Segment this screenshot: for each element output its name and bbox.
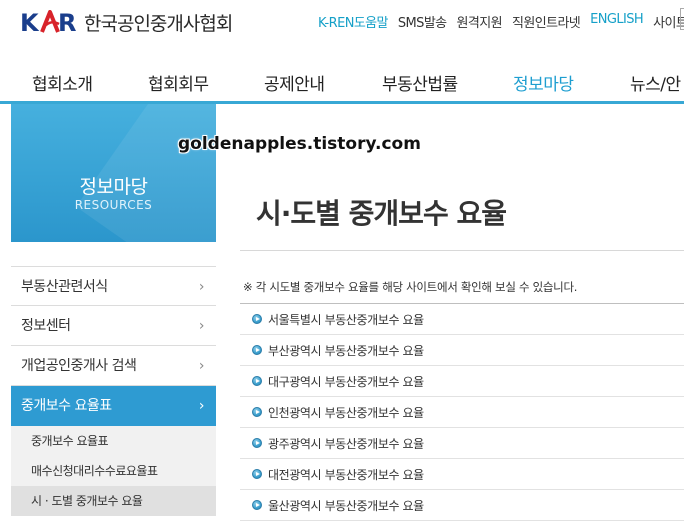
list-item[interactable]: 울산광역시 부동산중개보수 요율 <box>240 490 684 521</box>
list-item[interactable]: 대구광역시 부동산중개보수 요율 <box>240 366 684 397</box>
gnb-item-law[interactable]: 부동산법률 <box>382 70 458 95</box>
section-subtitle: RESOURCES <box>74 198 153 212</box>
regional-link-ulsan[interactable]: 울산광역시 부동산중개보수 요율 <box>268 497 424 514</box>
divider <box>240 250 684 251</box>
side-submenu: 중개보수 요율표 매수신청대리수수료요율표 시 · 도별 중개보수 요율 <box>11 426 216 516</box>
site-logo[interactable]: K R 한국공인중개사협회 <box>20 6 233 38</box>
bullet-arrow-icon <box>252 407 262 417</box>
list-item[interactable]: 인천광역시 부동산중개보수 요율 <box>240 397 684 428</box>
side-menu-item-fee-table[interactable]: 중개보수 요율표 › <box>11 386 216 426</box>
util-link-kren-help[interactable]: K-REN도움말 <box>318 12 389 31</box>
bullet-arrow-icon <box>252 314 262 324</box>
list-item[interactable]: 광주광역시 부동산중개보수 요율 <box>240 428 684 459</box>
regional-link-list: 서울특별시 부동산중개보수 요율 부산광역시 부동산중개보수 요율 대구광역시 … <box>240 304 684 521</box>
regional-link-seoul[interactable]: 서울특별시 부동산중개보수 요율 <box>268 311 424 328</box>
regional-link-gwangju[interactable]: 광주광역시 부동산중개보수 요율 <box>268 435 424 452</box>
regional-link-daegu[interactable]: 대구광역시 부동산중개보수 요율 <box>268 373 424 390</box>
side-menu-item-agent-search[interactable]: 개업공인중개사 검색 › <box>11 346 216 386</box>
list-item[interactable]: 부산광역시 부동산중개보수 요율 <box>240 335 684 366</box>
gnb-item-affairs[interactable]: 협회회무 <box>148 70 209 95</box>
watermark-text: goldenapples.tistory.com <box>178 134 421 154</box>
chevron-right-icon: › <box>198 279 205 295</box>
gnb-item-resources[interactable]: 정보마당 <box>513 70 574 95</box>
side-submenu-item-bid-agent-fee[interactable]: 매수신청대리수수료요율표 <box>11 456 216 486</box>
list-item[interactable]: 대전광역시 부동산중개보수 요율 <box>240 459 684 490</box>
side-menu-label: 중개보수 요율표 <box>21 398 112 414</box>
gnb-item-about[interactable]: 협회소개 <box>32 70 93 95</box>
chevron-right-icon: › <box>198 318 205 334</box>
regional-link-incheon[interactable]: 인천광역시 부동산중개보수 요율 <box>268 404 424 421</box>
side-submenu-item-fee-table[interactable]: 중개보수 요율표 <box>11 426 216 456</box>
logo-text: 한국공인중개사협회 <box>84 12 233 35</box>
side-menu-label: 정보센터 <box>21 318 71 334</box>
section-banner: 정보마당 RESOURCES <box>11 104 216 242</box>
chevron-right-icon: › <box>198 398 205 414</box>
page-title: 시·도별 중개보수 요율 <box>256 197 507 230</box>
bullet-arrow-icon <box>252 438 262 448</box>
logo-mark: K R <box>20 7 78 37</box>
notice-text: ※ 각 시도별 중개보수 요율를 해당 사이트에서 확인해 보실 수 있습니다. <box>243 280 578 294</box>
bullet-arrow-icon <box>252 376 262 386</box>
logo-letter-r: R <box>58 9 77 37</box>
top-bar: K R 한국공인중개사협회 K-REN도움말 SMS발송 원격지원 직원인트라넷… <box>0 0 684 44</box>
bullet-arrow-icon <box>252 500 262 510</box>
side-submenu-item-regional-fee[interactable]: 시 · 도별 중개보수 요율 <box>11 486 216 516</box>
gnb-item-news[interactable]: 뉴스/안 <box>630 70 681 95</box>
main-navigation: 협회소개 협회회무 공제안내 부동산법률 정보마당 뉴스/안 <box>0 44 684 104</box>
regional-link-busan[interactable]: 부산광역시 부동산중개보수 요율 <box>268 342 424 359</box>
logo-a-swoosh-icon <box>40 10 60 33</box>
util-link-english[interactable]: ENGLISH <box>590 12 644 31</box>
section-title: 정보마당 <box>79 176 148 198</box>
side-menu-label: 개업공인중개사 검색 <box>21 358 137 374</box>
bullet-arrow-icon <box>252 469 262 479</box>
chevron-right-icon: › <box>198 358 205 374</box>
side-menu-item-info-center[interactable]: 정보센터 › <box>11 306 216 346</box>
util-link-sms[interactable]: SMS발송 <box>398 12 447 31</box>
gnb-item-mutual-aid[interactable]: 공제안내 <box>264 70 325 95</box>
logo-letter-k: K <box>20 9 39 37</box>
util-link-intranet[interactable]: 직원인트라넷 <box>512 12 581 31</box>
search-input[interactable] <box>680 8 684 30</box>
side-menu-label: 부동산관련서식 <box>21 279 108 295</box>
side-menu: 부동산관련서식 › 정보센터 › 개업공인중개사 검색 › 중개보수 요율표 ›… <box>11 266 216 516</box>
bullet-arrow-icon <box>252 345 262 355</box>
side-menu-item-forms[interactable]: 부동산관련서식 › <box>11 266 216 306</box>
utility-links: K-REN도움말 SMS발송 원격지원 직원인트라넷 ENGLISH 사이트맵 <box>318 8 684 31</box>
util-link-remote-support[interactable]: 원격지원 <box>457 12 503 31</box>
list-item[interactable]: 서울특별시 부동산중개보수 요율 <box>240 304 684 335</box>
regional-link-daejeon[interactable]: 대전광역시 부동산중개보수 요율 <box>268 466 424 483</box>
